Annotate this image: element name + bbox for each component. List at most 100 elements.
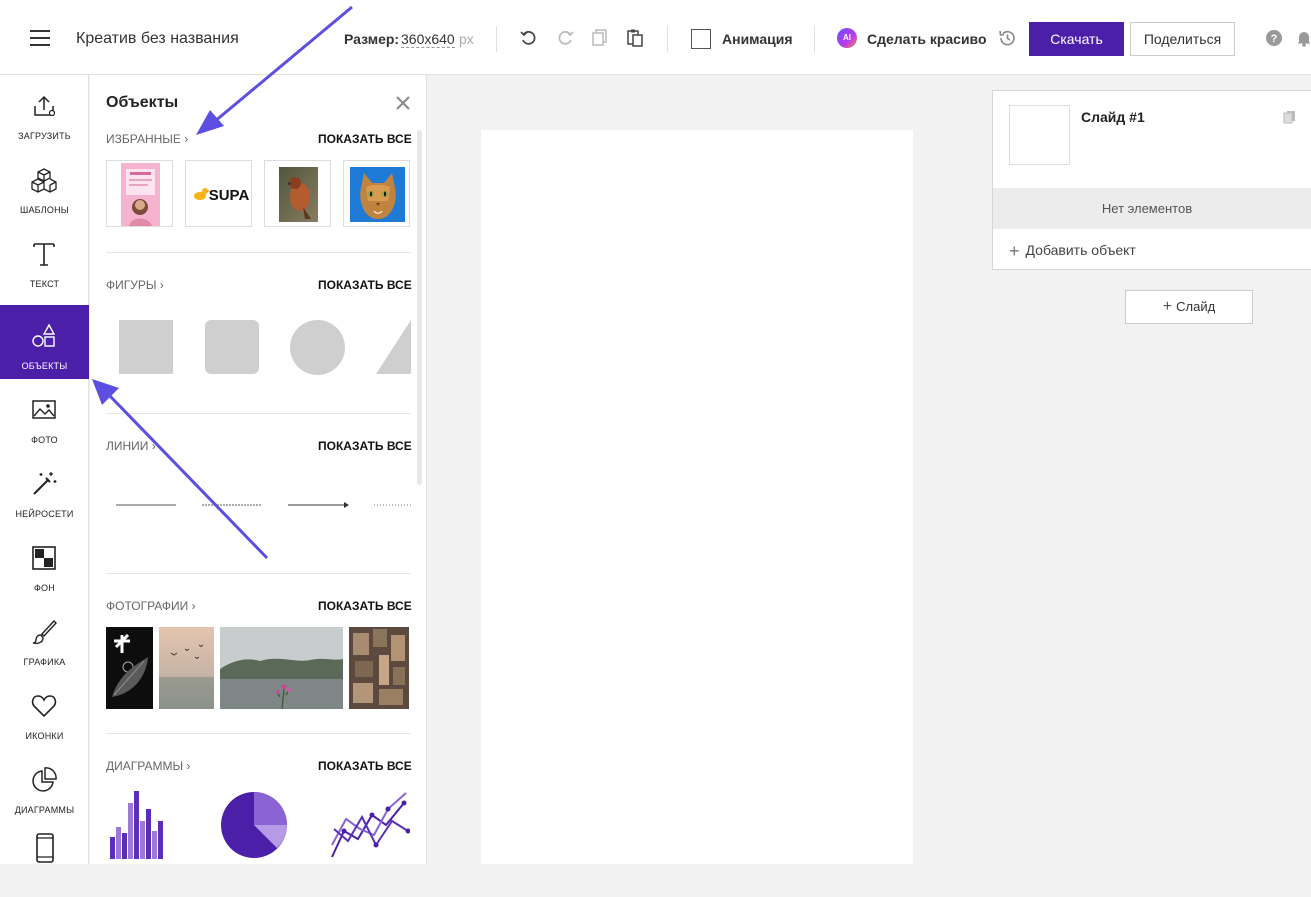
section-divider	[106, 252, 411, 253]
sidebar-item-label: ФОН	[34, 583, 55, 593]
favorite-thumb-bird[interactable]	[264, 160, 331, 227]
favorite-thumb-poster[interactable]	[106, 160, 173, 227]
size-unit: px	[459, 31, 474, 47]
section-divider	[106, 733, 411, 734]
sidebar-item-upload[interactable]: ЗАГРУЗИТЬ	[0, 75, 89, 149]
animation-label[interactable]: Анимация	[722, 31, 793, 47]
heart-icon	[31, 695, 57, 718]
favorite-thumb-logo[interactable]: SUPA	[185, 160, 252, 227]
artboard[interactable]	[481, 130, 913, 864]
panel-scrollbar[interactable]	[417, 130, 422, 485]
sidebar-item-text[interactable]: ТЕКСТ	[0, 223, 89, 297]
sidebar-item-photo[interactable]: ФОТО	[0, 379, 89, 453]
section-charts[interactable]: ДИАГРАММЫ ›	[106, 759, 190, 773]
sidebar-item-background[interactable]: ФОН	[0, 527, 89, 601]
rounded-square-shape[interactable]	[205, 320, 259, 374]
plus-icon: +	[1009, 241, 1020, 261]
arrow-line[interactable]	[288, 500, 350, 510]
section-title: ЛИНИИ	[106, 439, 149, 453]
poster-image	[121, 163, 160, 226]
background-icon	[32, 546, 56, 570]
download-button[interactable]: Скачать	[1029, 22, 1124, 56]
sidebar-item-label: ЗАГРУЗИТЬ	[18, 131, 71, 141]
objects-panel: Объекты ИЗБРАННЫЕ › ПОКАЗАТЬ ВСЕ SUPA ФИ…	[90, 75, 427, 864]
notifications-icon[interactable]	[1297, 29, 1311, 47]
size-label: Размер:	[344, 31, 400, 47]
section-photos[interactable]: ФОТОГРАФИИ ›	[106, 599, 196, 613]
supa-logo-text: SUPA	[209, 187, 250, 204]
photo-lake[interactable]	[220, 627, 343, 709]
slide-thumbnail[interactable]	[1009, 105, 1070, 165]
section-divider	[106, 413, 411, 414]
section-title: ФОТОГРАФИИ	[106, 599, 189, 613]
charts-show-all[interactable]: ПОКАЗАТЬ ВСЕ	[318, 759, 412, 773]
toolbar-divider	[667, 26, 668, 52]
duplicate-slide-icon[interactable]	[1283, 110, 1297, 124]
sidebar-item-objects[interactable]: ОБЪЕКТЫ	[0, 305, 89, 379]
size-value[interactable]: 360x640	[401, 31, 455, 48]
document-title[interactable]: Креатив без названия	[76, 30, 239, 48]
bird-photo	[279, 167, 318, 222]
shapes-show-all[interactable]: ПОКАЗАТЬ ВСЕ	[318, 278, 412, 292]
sidebar-item-label: ДИАГРАММЫ	[14, 805, 75, 815]
plus-icon: +	[1162, 298, 1173, 315]
toolbar-divider	[496, 26, 497, 52]
sidebar-item-label: ОБЪЕКТЫ	[21, 361, 68, 371]
help-icon[interactable]: ?	[1265, 29, 1283, 47]
phone-icon	[36, 833, 54, 863]
bar-chart-thumb[interactable]	[110, 791, 166, 859]
add-object-label: Добавить объект	[1025, 242, 1136, 258]
history-icon[interactable]	[997, 28, 1017, 48]
sidebar-item-mobile[interactable]	[0, 823, 89, 897]
sidebar-item-templates[interactable]: ШАБЛОНЫ	[0, 149, 89, 223]
section-lines[interactable]: ЛИНИИ ›	[106, 439, 156, 453]
panel-title: Объекты	[106, 94, 179, 111]
pie-chart-icon	[32, 767, 57, 792]
share-button[interactable]: Поделиться	[1130, 22, 1235, 56]
section-favorites[interactable]: ИЗБРАННЫЕ ›	[106, 132, 188, 146]
add-slide-button[interactable]: + Слайд	[1125, 290, 1253, 324]
favorite-thumb-cat[interactable]	[343, 160, 410, 227]
sidebar-item-label: ИКОНКИ	[25, 731, 64, 741]
slide-name[interactable]: Слайд #1	[1081, 109, 1145, 125]
ai-icon[interactable]: AI	[837, 28, 857, 48]
circle-shape[interactable]	[290, 320, 345, 375]
close-icon[interactable]	[395, 95, 411, 111]
top-bar: Креатив без названия Размер: 360x640 px …	[0, 0, 1311, 75]
sidebar-item-charts[interactable]: ДИАГРАММЫ	[0, 749, 89, 823]
section-title: ФИГУРЫ	[106, 278, 157, 292]
solid-line[interactable]	[116, 500, 178, 510]
empty-elements-message: Нет элементов	[993, 188, 1311, 229]
menu-icon[interactable]	[30, 30, 50, 46]
square-shape[interactable]	[119, 320, 173, 374]
sidebar-item-icons[interactable]: ИКОНКИ	[0, 675, 89, 749]
dotted-line[interactable]	[374, 500, 414, 510]
cubes-icon	[31, 168, 57, 193]
copy-icon[interactable]	[590, 28, 610, 48]
section-divider	[106, 573, 411, 574]
redo-icon[interactable]	[555, 28, 575, 48]
dashed-line[interactable]	[202, 500, 264, 510]
sidebar-item-graphics[interactable]: ГРАФИКА	[0, 601, 89, 675]
cat-photo	[350, 167, 405, 222]
add-object-button[interactable]: + Добавить объект	[1009, 241, 1136, 262]
sidebar-item-neural[interactable]: НЕЙРОСЕТИ	[0, 453, 89, 527]
sidebar-item-label: ГРАФИКА	[23, 657, 66, 667]
sidebar-item-label: ТЕКСТ	[29, 279, 60, 289]
beautify-button[interactable]: Сделать красиво	[867, 31, 987, 47]
pie-chart-thumb[interactable]	[220, 791, 288, 859]
photo-city-aerial[interactable]	[349, 627, 409, 709]
triangle-shape[interactable]	[376, 320, 411, 375]
section-shapes[interactable]: ФИГУРЫ ›	[106, 278, 164, 292]
line-chart-thumb[interactable]	[330, 791, 410, 859]
photo-birds-sea[interactable]	[159, 627, 214, 709]
animation-checkbox[interactable]	[691, 29, 711, 49]
undo-icon[interactable]	[519, 28, 539, 48]
favorites-show-all[interactable]: ПОКАЗАТЬ ВСЕ	[318, 132, 412, 146]
photos-show-all[interactable]: ПОКАЗАТЬ ВСЕ	[318, 599, 412, 613]
lines-show-all[interactable]: ПОКАЗАТЬ ВСЕ	[318, 439, 412, 453]
paste-icon[interactable]	[625, 28, 645, 48]
photo-leaf-dark[interactable]	[106, 627, 153, 709]
shapes-icon	[32, 323, 56, 347]
svg-text:?: ?	[1271, 33, 1278, 45]
